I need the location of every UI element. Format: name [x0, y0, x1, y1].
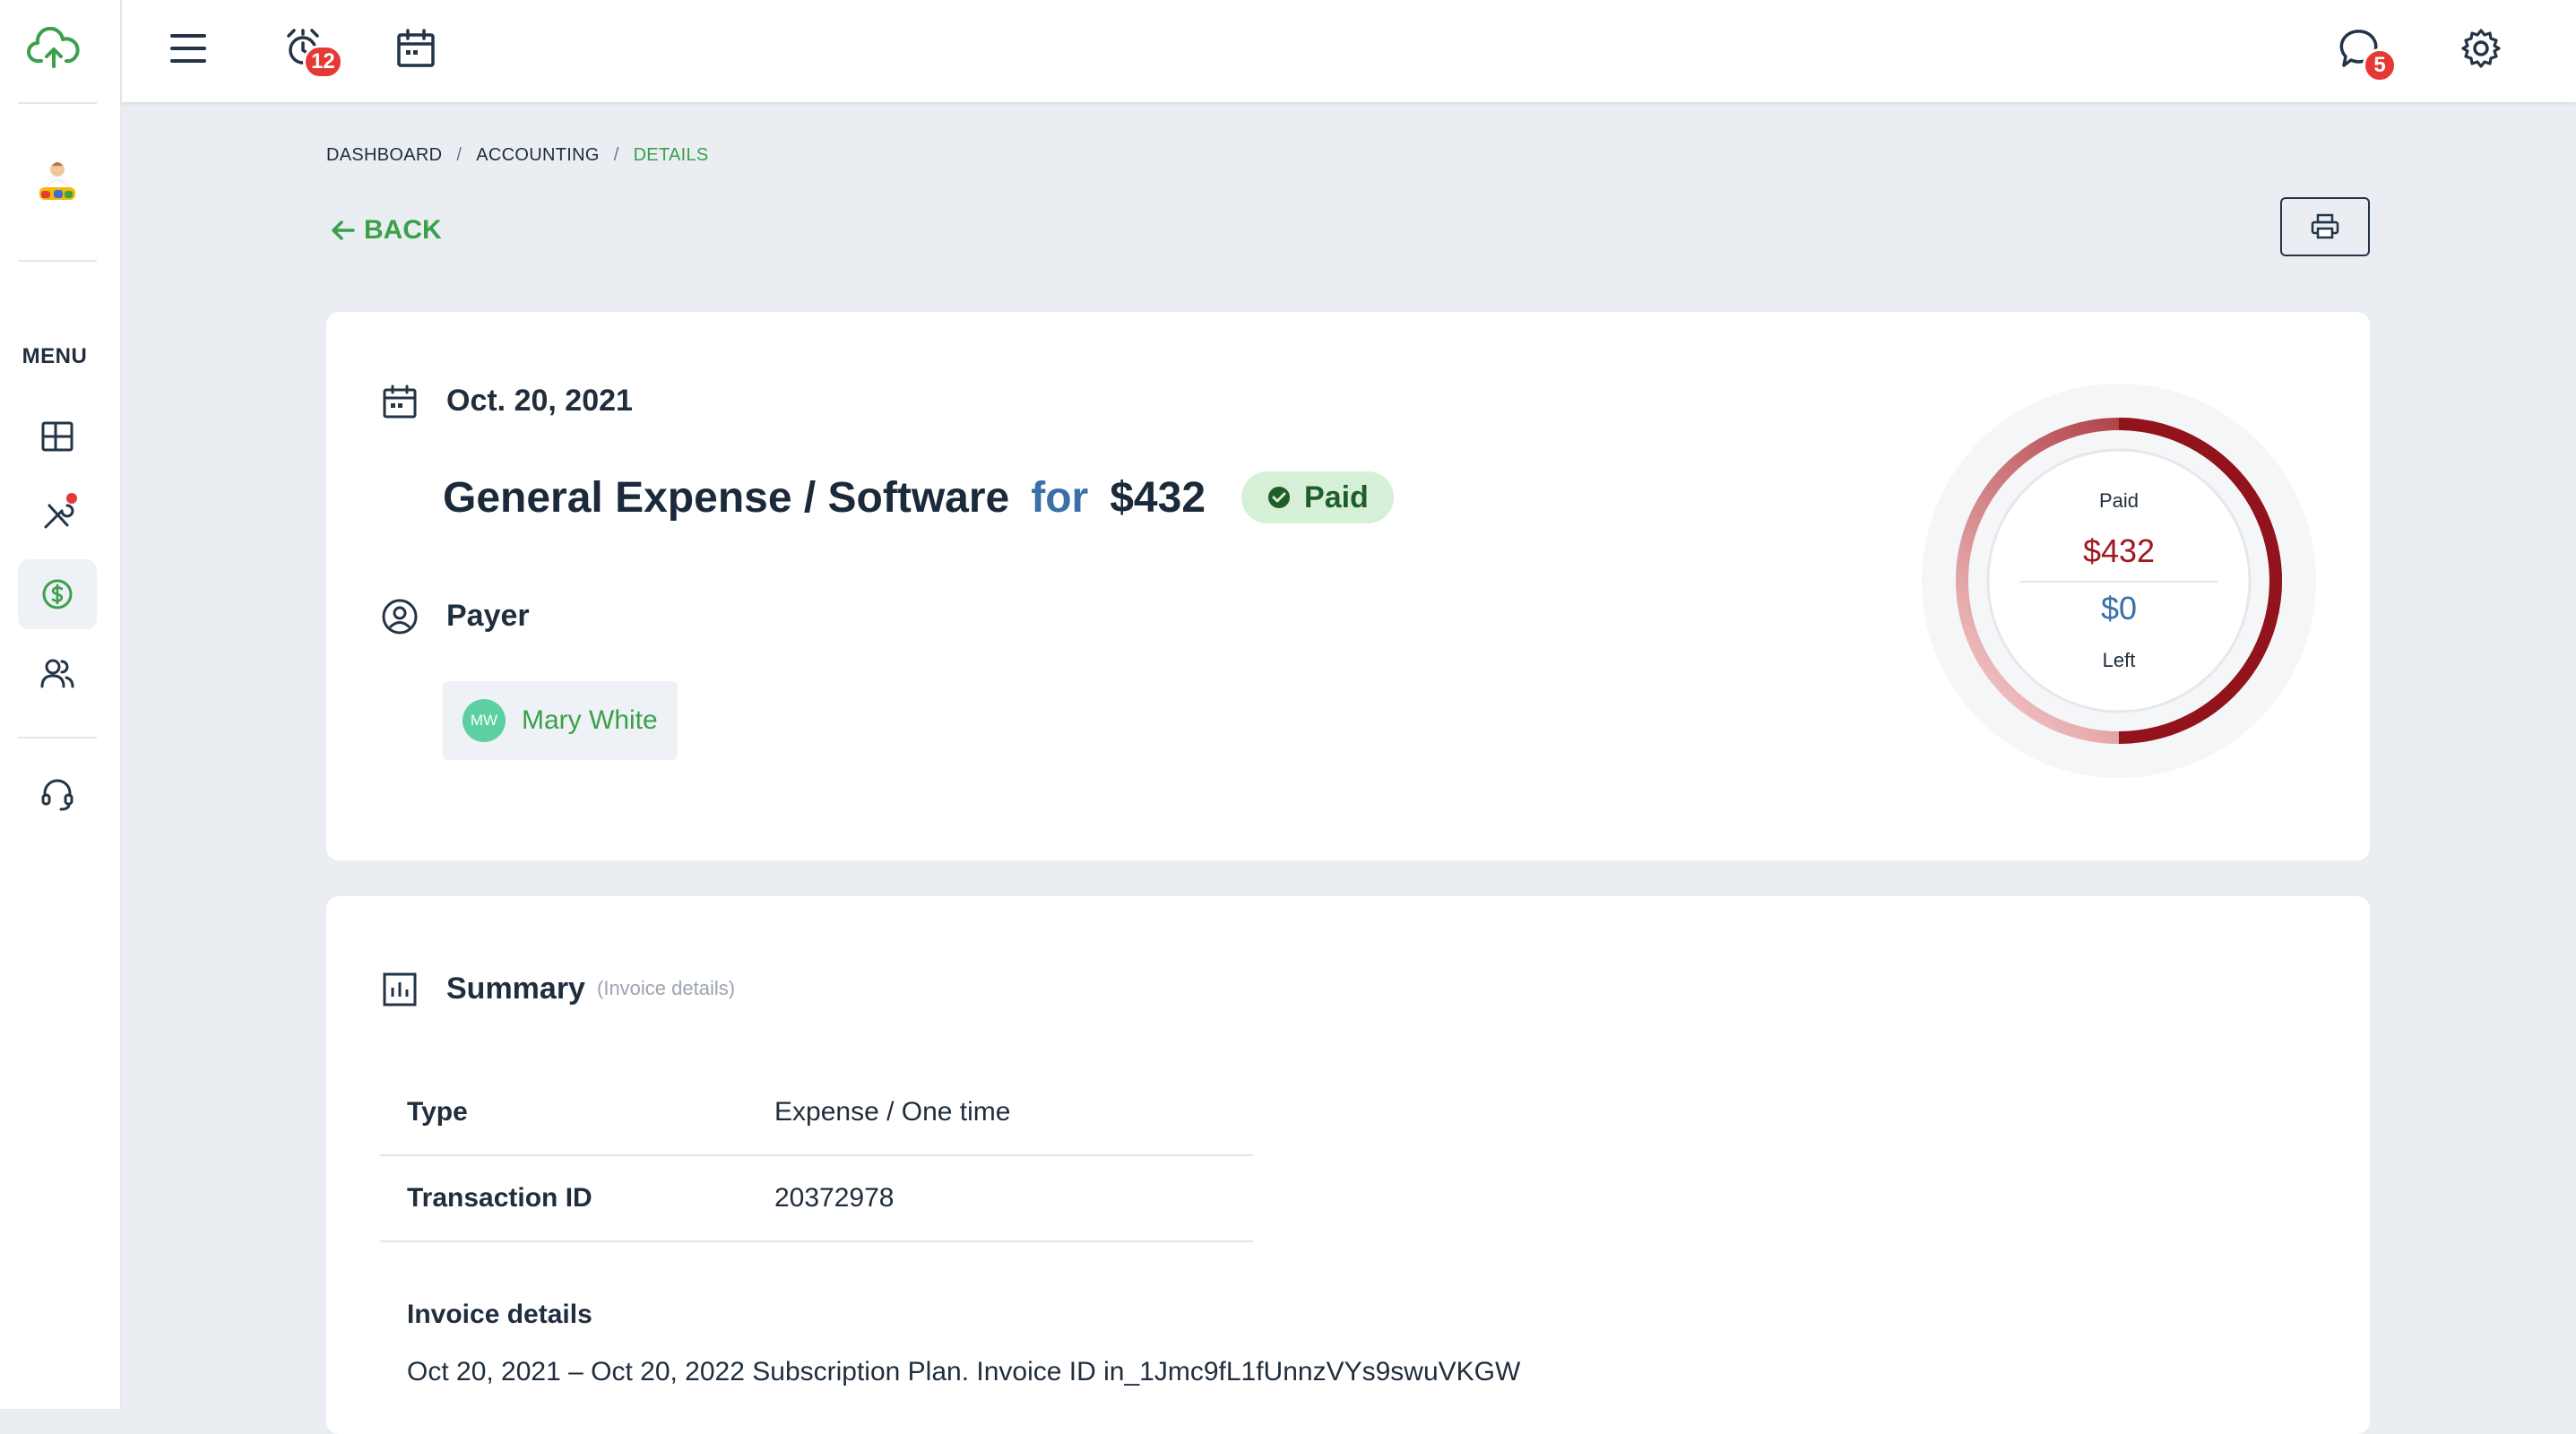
summary-row-transaction-id: Transaction ID 20372978: [380, 1156, 1253, 1242]
bar-chart-icon: [380, 970, 419, 1009]
chat-badge: 5: [2363, 48, 2397, 82]
calendar-button[interactable]: [391, 23, 441, 73]
breadcrumb-details: DETAILS: [633, 145, 709, 165]
gauge-paid-amount: $432: [2082, 532, 2156, 569]
dashboard-icon: [41, 421, 73, 452]
printer-icon: [2311, 213, 2339, 239]
breadcrumb-accounting[interactable]: ACCOUNTING: [476, 145, 599, 165]
for-label: for: [1031, 473, 1089, 522]
arrow-left-icon: [332, 220, 355, 240]
print-button[interactable]: [2280, 197, 2370, 256]
invoice-details-label: Invoice details: [407, 1300, 592, 1329]
gauge-divider: [2020, 581, 2217, 583]
back-label: BACK: [364, 215, 442, 245]
transaction-title: General Expense / Software: [443, 473, 1010, 522]
chat-button[interactable]: 5: [2336, 23, 2397, 82]
sidebar-divider: [18, 260, 97, 262]
sidebar-item-accounting[interactable]: [18, 559, 97, 629]
breadcrumb-dashboard[interactable]: DASHBOARD: [326, 145, 442, 165]
settings-button[interactable]: [2456, 23, 2506, 73]
gear-icon: [2461, 29, 2501, 68]
gauge-left-amount: $0: [2100, 590, 2138, 626]
payer-name: Mary White: [522, 705, 658, 735]
summary-subtitle: (Invoice details): [597, 977, 736, 999]
status-label: Paid: [1304, 479, 1369, 514]
alarm-badge: 12: [303, 45, 343, 79]
user-circle-icon: [380, 597, 419, 636]
status-badge: Paid: [1241, 471, 1394, 523]
transaction-amount: $432: [1110, 473, 1206, 522]
notification-dot: [66, 493, 77, 504]
gauge-paid-label: Paid: [2098, 489, 2139, 512]
check-circle-icon: [1268, 487, 1291, 508]
dollar-circle-icon: [42, 579, 73, 609]
summary-value: Expense / One time: [774, 1097, 1011, 1127]
breadcrumb: DASHBOARD / ACCOUNTING / DETAILS: [326, 145, 709, 166]
payer-label: Payer: [446, 599, 530, 633]
transaction-date: Oct. 20, 2021: [446, 384, 633, 418]
summary-value: 20372978: [774, 1183, 895, 1213]
sidebar-item-support[interactable]: [18, 760, 97, 830]
calendar-icon: [397, 29, 435, 67]
summary-card: Summary (Invoice details) Type Expense /…: [326, 896, 2370, 1434]
breadcrumb-separator: /: [456, 145, 462, 165]
hamburger-icon[interactable]: [163, 23, 213, 73]
invoice-details-text: Oct 20, 2021 – Oct 20, 2022 Subscription…: [407, 1357, 1521, 1386]
cloud-upload-icon[interactable]: [27, 26, 81, 72]
summary-row-type: Type Expense / One time: [380, 1070, 1253, 1156]
payment-gauge: Paid $432 $0 Left: [1920, 382, 2318, 780]
gauge-left-label: Left: [2102, 649, 2136, 671]
transaction-title-line: General Expense / Software for $432 Paid: [443, 471, 1394, 523]
menu-heading: MENU: [22, 344, 88, 368]
top-bar: 12 5: [122, 0, 2576, 102]
summary-title: Summary: [446, 972, 585, 1006]
sidebar-item-users[interactable]: [18, 638, 97, 708]
transaction-card: Oct. 20, 2021 General Expense / Software…: [326, 312, 2370, 860]
sidebar-divider: [18, 102, 97, 104]
users-icon: [40, 659, 74, 688]
back-button[interactable]: BACK: [330, 215, 442, 246]
sidebar-divider: [18, 737, 97, 739]
payer-chip[interactable]: MW Mary White: [443, 681, 678, 760]
sidebar-item-tools[interactable]: [18, 480, 97, 550]
avatar[interactable]: [32, 157, 82, 212]
headset-icon: [41, 779, 73, 811]
sidebar-item-dashboard[interactable]: [18, 402, 97, 471]
summary-key: Type: [407, 1097, 468, 1127]
summary-key: Transaction ID: [407, 1183, 592, 1213]
alarm-button[interactable]: 12: [280, 23, 343, 79]
calendar-icon: [380, 382, 419, 421]
breadcrumb-separator: /: [613, 145, 619, 165]
payer-avatar: MW: [462, 699, 506, 742]
sidebar: MENU: [0, 0, 122, 1409]
